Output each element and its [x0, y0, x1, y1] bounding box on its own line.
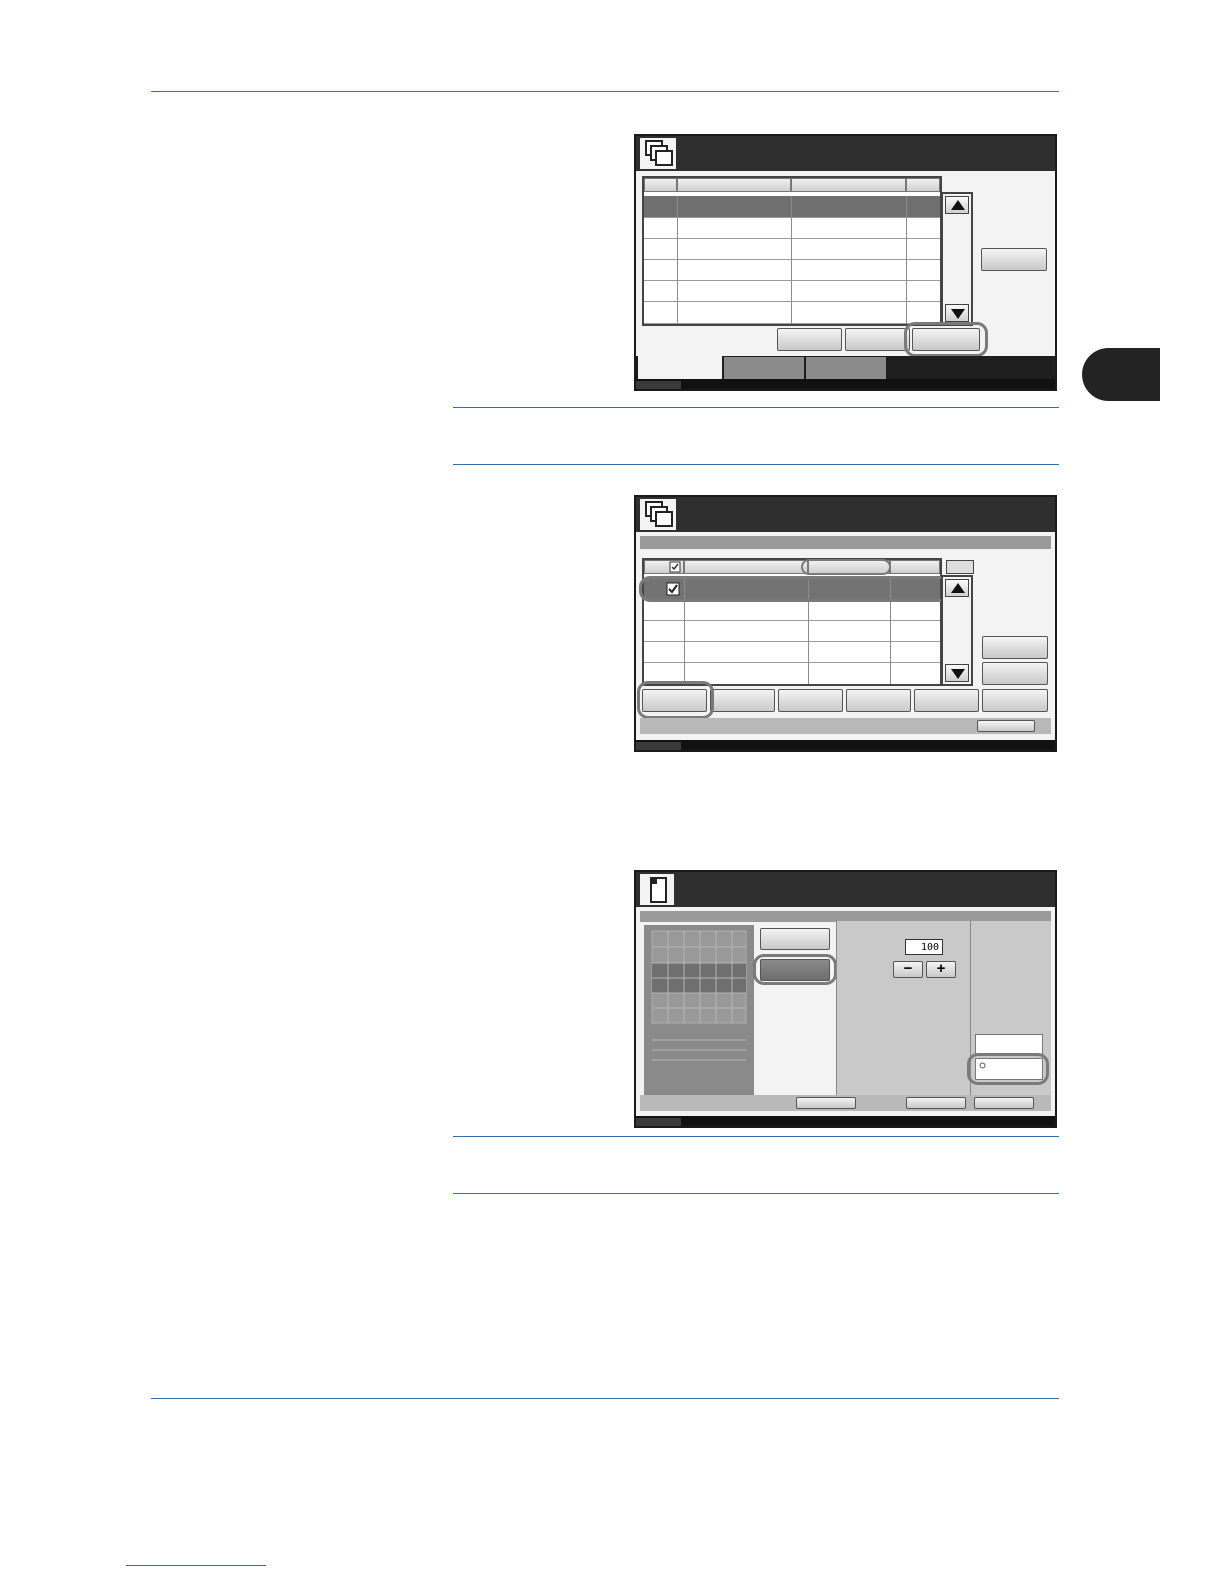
action-button-2[interactable]	[845, 328, 910, 351]
title-bar	[636, 136, 1055, 171]
plus-icon: +	[936, 960, 946, 977]
table-row[interactable]	[644, 600, 940, 621]
zoom-value: 100	[920, 942, 939, 953]
action-button-4[interactable]	[846, 689, 911, 712]
column-header-number[interactable]	[644, 178, 677, 192]
status-bar	[636, 740, 1055, 750]
column-divider	[677, 196, 678, 324]
minus-icon: −	[903, 960, 913, 977]
view-toggle-button[interactable]	[946, 560, 974, 574]
bottom-tab-area	[636, 356, 1055, 381]
standard-zoom-highlight	[753, 954, 837, 985]
side-button-2[interactable]	[982, 662, 1048, 685]
note-rule-top-2	[453, 1136, 1059, 1137]
column-divider	[791, 196, 792, 324]
document-icon	[640, 874, 674, 905]
arrow-down-icon	[951, 669, 965, 679]
table-row[interactable]	[644, 260, 940, 281]
table-row[interactable]	[644, 218, 940, 239]
arrow-up-icon	[951, 583, 965, 593]
column-header-size[interactable]	[890, 560, 940, 574]
side-button-1[interactable]	[982, 636, 1048, 659]
scrollbar[interactable]	[941, 192, 973, 326]
column-header-check[interactable]	[644, 560, 684, 574]
column-header-name[interactable]	[677, 178, 791, 192]
paper-size-preview	[644, 925, 754, 1095]
footer-link-underline	[126, 1565, 266, 1566]
footer-rule	[151, 1398, 1059, 1399]
zoom-value-field[interactable]: 100	[905, 939, 943, 955]
scroll-down-button[interactable]	[945, 664, 969, 682]
action-button-2[interactable]	[710, 689, 775, 712]
table-row[interactable]	[644, 281, 940, 302]
screen-zoom-settings: 100 − +	[634, 870, 1057, 1128]
status-bar	[636, 1116, 1055, 1126]
zoom-minus-button[interactable]: −	[893, 961, 923, 978]
title-bar	[636, 497, 1055, 532]
column-divider	[906, 196, 907, 324]
table-row[interactable]	[644, 621, 940, 642]
side-action-button[interactable]	[981, 248, 1047, 271]
info-bar	[640, 536, 1051, 549]
scrollbar[interactable]	[941, 575, 973, 686]
arrow-up-icon	[951, 200, 965, 210]
footer-button-2[interactable]	[906, 1097, 966, 1109]
table-row[interactable]	[644, 302, 940, 324]
action-button-5[interactable]	[914, 689, 979, 712]
table-row-selected[interactable]	[644, 196, 940, 218]
column-header-name[interactable]	[684, 560, 808, 574]
selected-row-highlight	[639, 576, 951, 602]
option-highlight	[967, 1053, 1049, 1085]
note-rule-top-1	[453, 407, 1059, 408]
auto-zoom-button[interactable]	[760, 928, 830, 950]
document-box-icon	[640, 499, 676, 530]
select-all-checkbox-icon[interactable]	[669, 561, 681, 573]
print-button-highlight	[637, 681, 714, 719]
note-rule-bottom-1	[453, 464, 1059, 465]
table-row[interactable]	[644, 239, 940, 260]
column-header-owner[interactable]	[791, 178, 906, 192]
action-button-3[interactable]	[778, 689, 843, 712]
document-box-icon	[640, 138, 676, 169]
preview-grid	[651, 930, 747, 1061]
table-row[interactable]	[644, 642, 940, 663]
action-button-6[interactable]	[982, 689, 1048, 712]
tab-active[interactable]	[638, 356, 722, 381]
chapter-tab	[1082, 348, 1160, 401]
header-rule	[151, 91, 1059, 92]
title-bar	[636, 872, 1055, 907]
footer-bar	[640, 718, 1051, 734]
footer-bar	[640, 1095, 1051, 1111]
sort-header-highlight	[801, 559, 891, 575]
arrow-down-icon	[951, 309, 965, 319]
footer-button-1[interactable]	[796, 1097, 856, 1109]
zoom-plus-button[interactable]: +	[926, 961, 956, 978]
status-bar	[636, 379, 1055, 389]
zoom-entry-panel: 100 − +	[836, 921, 1051, 1095]
scroll-up-button[interactable]	[945, 196, 969, 214]
box-list-table	[642, 176, 942, 326]
action-button-1[interactable]	[777, 328, 842, 351]
column-header-usage[interactable]	[906, 178, 940, 192]
note-rule-bottom-2	[453, 1193, 1059, 1194]
tab-2[interactable]	[724, 357, 804, 379]
open-button-highlight	[904, 322, 988, 357]
tab-3[interactable]	[806, 357, 886, 379]
screen-document-list	[634, 495, 1057, 752]
screen-box-list	[634, 134, 1057, 391]
scroll-down-button[interactable]	[945, 304, 969, 322]
footer-button-3[interactable]	[974, 1097, 1034, 1109]
close-button[interactable]	[977, 720, 1035, 732]
scroll-up-button[interactable]	[945, 579, 969, 597]
